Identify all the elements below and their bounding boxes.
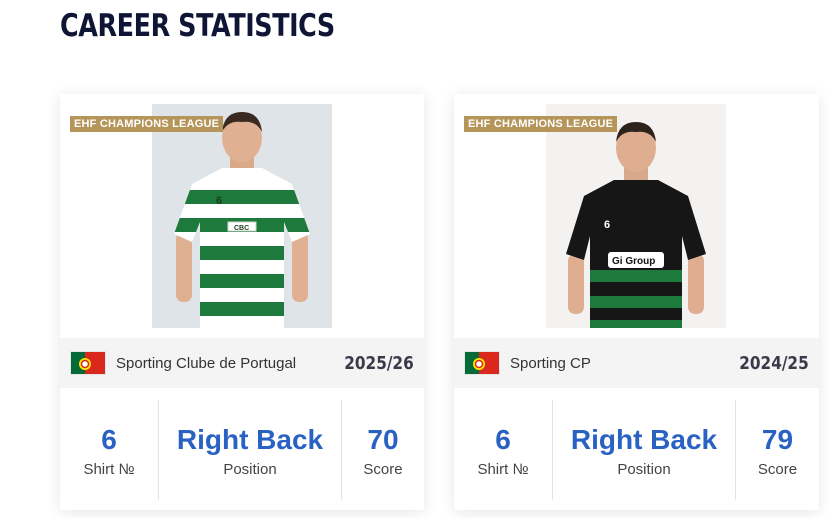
stat-label: Position (617, 460, 671, 478)
stat-score: 79 Score (735, 400, 819, 500)
competition-badge: EHF CHAMPIONS LEAGUE (70, 116, 224, 132)
stat-label: Shirt № (477, 460, 529, 478)
club-row: Sporting CP 2024/25 (454, 338, 819, 388)
stats-row: 6 Shirt № Right Back Position 79 Score (454, 400, 819, 500)
stat-label: Score (363, 460, 403, 478)
stat-value: Right Back (570, 423, 718, 455)
stat-label: Score (757, 460, 798, 478)
competition-badge: EHF CHAMPIONS LEAGUE (464, 116, 618, 132)
player-photo: 6 Gi Group (546, 104, 726, 328)
club-name: Sporting CP (510, 354, 591, 372)
jersey-number: 6 (604, 219, 610, 231)
player-illustration: 6 CBC (174, 112, 310, 328)
club-name: Sporting Clube de Portugal (116, 354, 297, 372)
portugal-flag-icon (464, 351, 500, 375)
career-card[interactable]: 6 CBC EHF CHAMPIONS LEAGUE Sporting Club… (60, 94, 424, 510)
stat-label: Position (223, 460, 277, 478)
photo-area: 6 CBC EHF CHAMPIONS LEAGUE (60, 94, 424, 338)
stat-value: 79 (761, 423, 794, 455)
player-photo: 6 CBC (152, 104, 332, 328)
stat-label: Shirt № (83, 460, 135, 478)
jersey-sponsor: CBC (234, 225, 249, 232)
portugal-flag-icon (70, 351, 106, 375)
stat-shirt-number: 6 Shirt № (60, 400, 158, 500)
season: 2024/25 (739, 352, 809, 374)
stat-value: 70 (367, 423, 399, 455)
stat-shirt-number: 6 Shirt № (454, 400, 552, 500)
jersey-sponsor: Gi Group (612, 256, 655, 267)
stat-value: 6 (495, 423, 511, 455)
stat-position: Right Back Position (552, 400, 735, 500)
stat-value: Right Back (176, 423, 324, 455)
club-row: Sporting Clube de Portugal 2025/26 (60, 338, 424, 388)
page-title: CAREER STATISTICS (60, 8, 335, 44)
stat-position: Right Back Position (158, 400, 341, 500)
stat-score: 70 Score (341, 400, 424, 500)
stats-row: 6 Shirt № Right Back Position 70 Score (60, 400, 424, 500)
jersey-number: 6 (216, 195, 222, 207)
stat-value: 6 (101, 423, 117, 455)
photo-area: 6 Gi Group EHF CHAMPIONS LEAGUE (454, 94, 819, 338)
player-illustration: 6 Gi Group (566, 122, 706, 328)
season: 2025/26 (344, 352, 414, 374)
career-card[interactable]: 6 Gi Group EHF CHAMPIONS LEAGUE Sporting… (454, 94, 819, 510)
